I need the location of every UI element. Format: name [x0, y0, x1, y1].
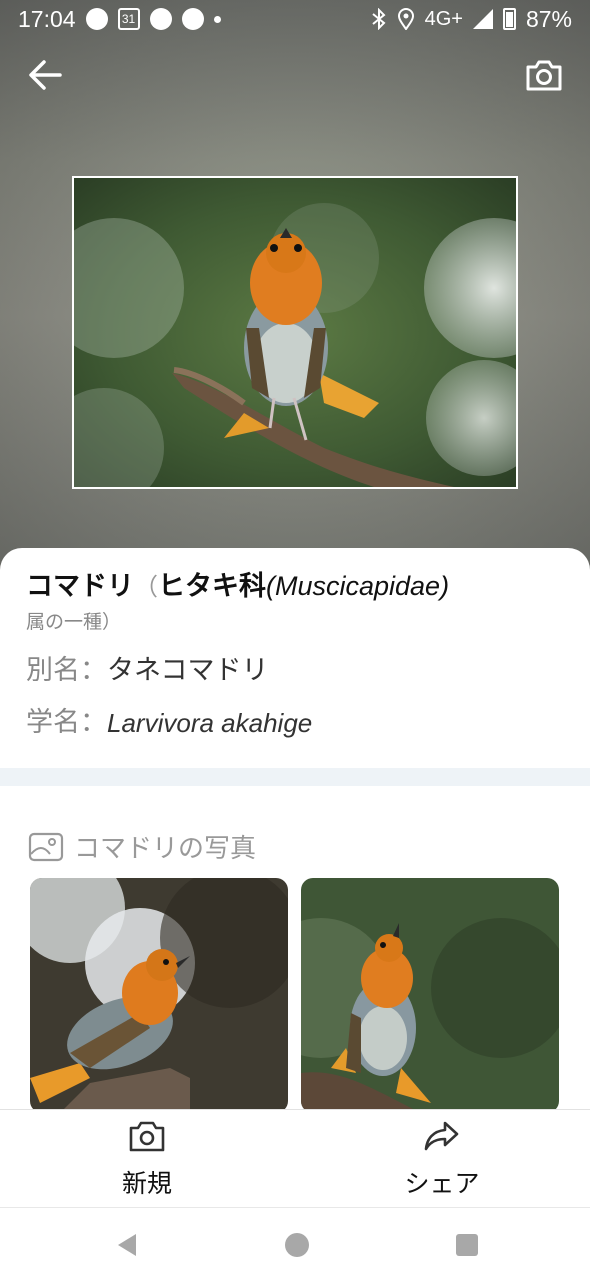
battery-icon [502, 8, 516, 30]
genus-note: 属の一種） [26, 611, 122, 633]
camera-button[interactable] [522, 55, 566, 95]
camera-icon [526, 60, 562, 91]
scientific-label: 学名： [26, 707, 107, 738]
arrow-left-icon [29, 60, 62, 90]
scientific-value: Larvivora akahige [107, 708, 313, 738]
calendar-icon: 31 [117, 8, 140, 30]
more-notifications-icon [213, 15, 221, 23]
new-button[interactable]: 新規 [67, 1118, 227, 1202]
species-main-photo[interactable] [72, 176, 518, 489]
robin-thumbnail-1 [30, 878, 288, 1113]
status-time: 17:04 [18, 5, 76, 32]
location-icon [397, 8, 414, 30]
family-name-latin: (Muscicapidae) [266, 571, 450, 601]
share-button[interactable]: シェア [362, 1118, 522, 1202]
battery-percent: 87% [525, 5, 572, 32]
nav-home-button[interactable] [282, 1230, 312, 1260]
nav-recents-button[interactable] [452, 1230, 482, 1260]
fitness-icon [85, 8, 108, 30]
network-type: 4G+ [424, 7, 463, 30]
system-nav-bar [0, 1207, 590, 1279]
alias-value: タネコマドリ [107, 655, 269, 686]
facebook-icon [181, 8, 204, 30]
back-button[interactable] [24, 55, 68, 95]
species-info-card: コマドリ（ヒタキ科(Muscicapidae) 属の一種） 別名： タネコマドリ… [0, 548, 590, 778]
photos-header-label: コマドリの写真 [74, 834, 257, 864]
hero-background: 17:04 31 4G+ 87% [0, 0, 590, 575]
scientific-name-row: 学名： Larvivora akahige [26, 703, 564, 743]
species-name: コマドリ [26, 571, 134, 602]
new-label: 新規 [121, 1169, 172, 1198]
family-name-ja: ヒタキ科 [158, 571, 266, 602]
share-label: シェア [404, 1169, 480, 1198]
photos-section: コマドリの写真 [0, 786, 590, 1113]
status-bar: 17:04 31 4G+ 87% [0, 0, 590, 38]
triangle-back-icon [118, 1234, 136, 1256]
circle-home-icon [285, 1233, 309, 1257]
alias-label: 別名： [26, 655, 107, 686]
photo-thumbnail[interactable] [301, 878, 559, 1113]
bluetooth-icon [371, 8, 386, 30]
square-recents-icon [456, 1234, 478, 1256]
notification-dot-icon [149, 8, 172, 30]
signal-icon [472, 9, 493, 29]
robin-photo [74, 178, 516, 487]
share-arrow-icon [424, 1121, 459, 1151]
nav-back-button[interactable] [112, 1230, 142, 1260]
bottom-action-bar: 新規 シェア [0, 1109, 590, 1207]
photo-thumbnail[interactable] [30, 878, 288, 1113]
image-icon [28, 832, 64, 861]
camera-icon [129, 1121, 165, 1152]
paren-open: （ [134, 573, 158, 601]
species-title: コマドリ（ヒタキ科(Muscicapidae) [26, 566, 564, 607]
robin-thumbnail-2 [301, 878, 559, 1113]
photos-header: コマドリの写真 [28, 828, 256, 865]
alias-row: 別名： タネコマドリ [26, 651, 564, 691]
section-divider [0, 768, 590, 786]
